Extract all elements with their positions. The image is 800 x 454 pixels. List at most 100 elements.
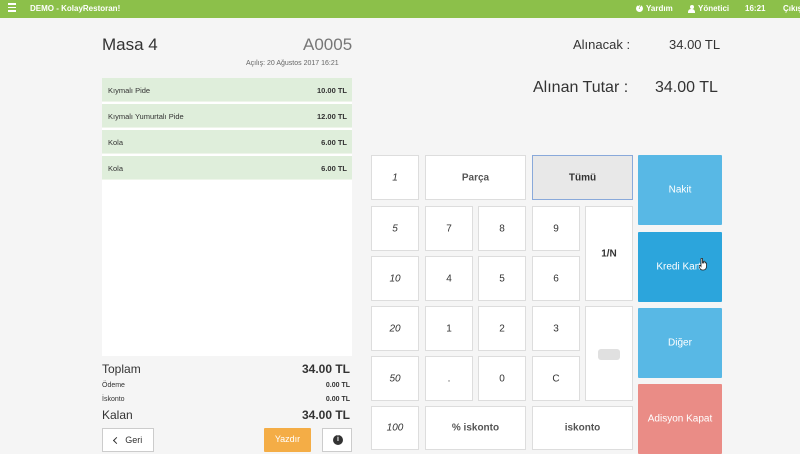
- help-label: Yardım: [646, 4, 673, 13]
- digit-key[interactable]: 2: [478, 306, 526, 351]
- user-label: Yönetici: [698, 4, 730, 13]
- item-price: 12.00 TL: [316, 112, 347, 121]
- quick-value-label: 10: [389, 273, 401, 284]
- discount-button[interactable]: iskonto: [532, 406, 633, 450]
- digit-key[interactable]: 8: [478, 206, 526, 251]
- quick-value-button[interactable]: 10: [371, 256, 419, 301]
- quick-value-label: 50: [389, 373, 401, 384]
- split-label: 1/N: [601, 248, 617, 259]
- cash-label: Nakit: [668, 184, 692, 196]
- quick-value-label: 5: [392, 223, 398, 234]
- percent-discount-label: % iskonto: [451, 422, 500, 434]
- quick-value-label: 100: [386, 422, 404, 434]
- close-bill-button[interactable]: Adisyon Kapat: [638, 384, 722, 454]
- item-price: 6.00 TL: [321, 164, 347, 173]
- quick-value-button[interactable]: 20: [371, 306, 419, 351]
- hand-pointer-icon: [699, 258, 707, 271]
- time-display: 16:21: [745, 4, 766, 13]
- other-payment-button[interactable]: Diğer: [638, 308, 722, 378]
- payment-value: 0.00 TL: [325, 382, 350, 389]
- decimal-key[interactable]: .: [425, 356, 473, 401]
- info-icon: i: [333, 435, 343, 445]
- all-payment-label: Tümü: [568, 172, 597, 183]
- digit-key[interactable]: 7: [425, 206, 473, 251]
- item-price: 10.00 TL: [316, 86, 347, 95]
- item-name: Kola: [108, 164, 124, 173]
- remaining-value: 34.00 TL: [301, 408, 350, 422]
- quick-value-button[interactable]: 5: [371, 206, 419, 251]
- total-value: 34.00 TL: [301, 362, 350, 376]
- print-button[interactable]: Yazdır: [264, 428, 311, 452]
- help-link[interactable]: ? Yardım: [636, 4, 673, 13]
- digit-label: 7: [446, 223, 452, 234]
- card-payment-button[interactable]: Kredi Kartı: [638, 232, 722, 302]
- item-price: 6.00 TL: [321, 138, 347, 147]
- back-button[interactable]: Geri: [102, 428, 154, 452]
- bill-items-panel: Kıymalı Pide 10.00 TL Kıymalı Yumurtalı …: [102, 78, 352, 356]
- bill-item[interactable]: Kıymalı Pide 10.00 TL: [102, 78, 352, 102]
- quick-value-button[interactable]: 100: [371, 406, 419, 450]
- digit-key[interactable]: 0: [478, 356, 526, 401]
- receivable-label: Alınacak :: [573, 37, 631, 52]
- other-label: Diğer: [668, 337, 692, 349]
- bill-item[interactable]: Kıymalı Yumurtalı Pide 12.00 TL: [102, 104, 352, 128]
- partial-payment-label: Parça: [461, 172, 490, 183]
- payment-label: Ödeme: [102, 382, 125, 389]
- digit-label: 5: [499, 273, 505, 284]
- user-menu[interactable]: Yönetici: [688, 4, 729, 13]
- digit-label: 4: [446, 273, 452, 284]
- received-amount-label: Alınan Tutar :: [533, 79, 629, 96]
- digit-key[interactable]: 6: [532, 256, 580, 301]
- item-name: Kıymalı Yumurtalı Pide: [108, 112, 184, 121]
- discount-label: İskonto: [102, 396, 125, 403]
- cash-payment-button[interactable]: Nakit: [638, 155, 722, 225]
- top-bar: DEMO - KolayRestoran! ? Yardım Yönetici …: [0, 0, 800, 18]
- discount-label: iskonto: [564, 422, 601, 434]
- keypad-mode-one[interactable]: 1: [371, 155, 419, 200]
- partial-payment-button[interactable]: Parça: [425, 155, 526, 200]
- digit-key[interactable]: 3: [532, 306, 580, 351]
- quick-value-button[interactable]: 50: [371, 356, 419, 401]
- blank-key[interactable]: [585, 306, 633, 401]
- digit-label: 0: [499, 373, 505, 384]
- close-bill-label: Adisyon Kapat: [647, 413, 713, 425]
- discount-value: 0.00 TL: [325, 396, 350, 403]
- all-payment-button[interactable]: Tümü: [532, 155, 633, 200]
- digit-label: 2: [499, 323, 505, 334]
- keypad-mode-one-label: 1: [392, 172, 398, 183]
- clear-label: C: [552, 373, 560, 384]
- blank-key-indicator: [598, 349, 620, 360]
- chevron-left-icon: [112, 436, 120, 445]
- item-name: Kıymalı Pide: [108, 86, 151, 95]
- bill-number: A0005: [303, 35, 353, 54]
- bill-item[interactable]: Kola 6.00 TL: [102, 130, 352, 154]
- split-button[interactable]: 1/N: [585, 206, 633, 301]
- percent-discount-button[interactable]: % iskonto: [425, 406, 526, 450]
- card-label: Kredi Kartı: [656, 261, 704, 273]
- logout-link[interactable]: Çıkış: [783, 4, 800, 13]
- digit-label: 3: [553, 323, 559, 334]
- digit-label: 6: [553, 273, 559, 284]
- clear-key[interactable]: C: [532, 356, 580, 401]
- item-name: Kola: [108, 138, 124, 147]
- table-title: Masa 4: [102, 35, 158, 54]
- opened-at: Açılış: 20 Ağustos 2017 16:21: [246, 60, 339, 67]
- info-button[interactable]: i: [322, 428, 352, 452]
- digit-key[interactable]: 4: [425, 256, 473, 301]
- app-title: DEMO - KolayRestoran!: [30, 4, 121, 13]
- help-icon: ?: [636, 5, 643, 12]
- user-icon: [688, 4, 695, 13]
- receivable-value: 34.00 TL: [669, 37, 721, 52]
- back-label: Geri: [125, 435, 143, 445]
- digit-key[interactable]: 1: [425, 306, 473, 351]
- remaining-label: Kalan: [102, 408, 133, 422]
- digit-label: 1: [446, 323, 452, 334]
- digit-key[interactable]: 9: [532, 206, 580, 251]
- received-amount-value: 34.00 TL: [655, 79, 718, 96]
- bill-item[interactable]: Kola 6.00 TL: [102, 156, 352, 180]
- decimal-label: .: [447, 373, 451, 384]
- total-label: Toplam: [102, 362, 141, 376]
- menu-icon[interactable]: [8, 3, 16, 13]
- digit-label: 9: [553, 223, 559, 234]
- digit-key[interactable]: 5: [478, 256, 526, 301]
